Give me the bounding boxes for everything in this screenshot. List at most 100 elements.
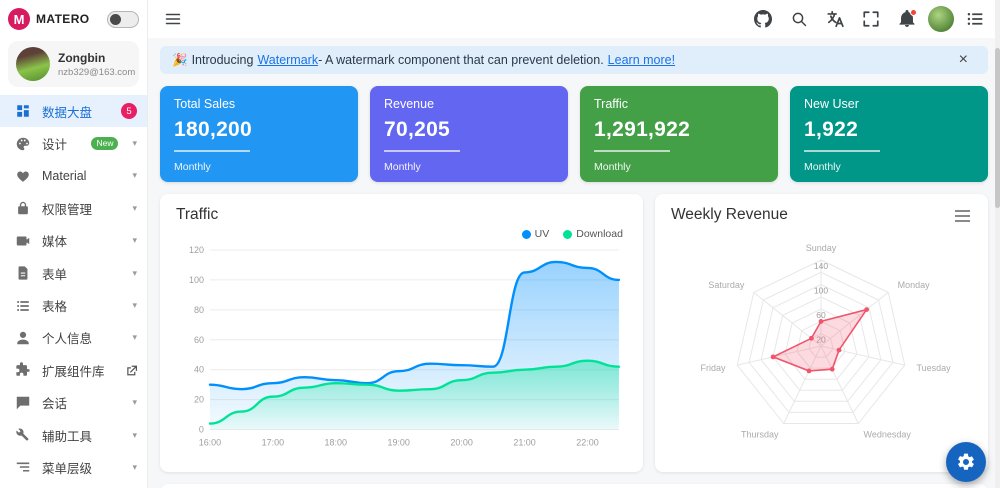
stat-title: Total Sales <box>174 97 236 111</box>
stat-divider <box>594 150 670 152</box>
search-icon[interactable] <box>784 4 814 34</box>
chevron-down-icon: ▾ <box>132 332 137 343</box>
media-icon <box>14 232 32 250</box>
banner-description: - A watermark component that can prevent… <box>318 53 604 67</box>
fullscreen-icon[interactable] <box>856 4 886 34</box>
chevron-down-icon: ▾ <box>132 461 137 472</box>
header-avatar[interactable] <box>928 6 954 32</box>
palette-icon <box>14 135 32 153</box>
svg-text:120: 120 <box>189 245 204 255</box>
new-badge: New <box>91 137 119 150</box>
sidebar-item-permissions[interactable]: 权限管理 ▾ <box>0 192 147 224</box>
page-content: 🎉 Introducing Watermark - A watermark co… <box>148 38 1000 488</box>
banner-text: Introducing <box>191 53 254 67</box>
sidebar-item-label: Material <box>42 168 87 183</box>
sidebar-item-label: 数据大盘 <box>42 105 93 120</box>
announcement-banner: 🎉 Introducing Watermark - A watermark co… <box>160 46 988 74</box>
form-icon <box>14 264 32 282</box>
svg-text:100: 100 <box>189 275 204 285</box>
extension-icon <box>14 361 32 379</box>
svg-text:Monday: Monday <box>898 280 931 290</box>
theme-toggle[interactable] <box>107 10 139 28</box>
sidebar-item-design[interactable]: 设计 New ▾ <box>0 127 147 159</box>
sidebar-item-tables[interactable]: 表格 ▾ <box>0 289 147 321</box>
sidebar-item-material[interactable]: Material ▾ <box>0 160 147 192</box>
lock-icon <box>14 199 32 217</box>
sidebar-nav: 数据大盘 5 设计 New ▾ Material ▾ 权限管理 ▾ 媒体 ▾ 表… <box>0 95 147 488</box>
settings-fab-button[interactable] <box>946 442 986 482</box>
stat-divider <box>384 150 460 152</box>
stat-divider <box>804 150 880 152</box>
stat-period: Monthly <box>804 161 841 173</box>
close-icon[interactable]: × <box>955 50 972 70</box>
sidebar-item-label: 扩展组件库 <box>42 364 105 379</box>
sidebar-item-extensions[interactable]: 扩展组件库 <box>0 354 147 386</box>
stat-card-traffic: Traffic 1,291,922 Monthly <box>580 86 778 182</box>
notifications-bell-icon[interactable] <box>892 4 922 34</box>
user-avatar <box>16 47 50 81</box>
chart-legend: UV Download <box>176 228 623 240</box>
svg-text:20: 20 <box>194 395 204 405</box>
watermark-link[interactable]: Watermark <box>257 53 318 67</box>
legend-dot-download <box>563 229 573 239</box>
chevron-down-icon: ▾ <box>132 429 137 440</box>
stat-value: 1,291,922 <box>594 118 691 141</box>
svg-text:Thursday: Thursday <box>741 429 779 439</box>
sidebar: M MATERO Zongbin nzb329@163.com 数据大盘 5 设… <box>0 0 148 488</box>
svg-text:21:00: 21:00 <box>513 438 535 448</box>
stat-card-revenue: Revenue 70,205 Monthly <box>370 86 568 182</box>
svg-text:Sunday: Sunday <box>806 243 837 253</box>
stat-card-total-sales: Total Sales 180,200 Monthly <box>160 86 358 182</box>
svg-text:Tuesday: Tuesday <box>917 363 952 373</box>
legend-label: Download <box>576 228 623 240</box>
sidebar-item-media[interactable]: 媒体 ▾ <box>0 225 147 257</box>
scrollbar-thumb[interactable] <box>995 48 1000 208</box>
person-icon <box>14 329 32 347</box>
stat-title: New User <box>804 97 859 111</box>
legend-item-download[interactable]: Download <box>563 228 623 240</box>
learn-more-link[interactable]: Learn more! <box>608 53 675 67</box>
party-emoji: 🎉 <box>172 52 188 67</box>
stat-divider <box>174 150 250 152</box>
svg-text:100: 100 <box>814 286 828 296</box>
github-icon[interactable] <box>748 4 778 34</box>
tools-icon <box>14 426 32 444</box>
svg-text:22:00: 22:00 <box>576 438 598 448</box>
list-icon[interactable] <box>960 4 990 34</box>
sidebar-item-label: 会话 <box>42 397 68 412</box>
gear-icon <box>958 453 974 470</box>
notification-badge <box>910 9 917 16</box>
user-profile[interactable]: Zongbin nzb329@163.com <box>8 41 139 87</box>
svg-text:19:00: 19:00 <box>387 438 409 448</box>
sidebar-item-forms[interactable]: 表单 ▾ <box>0 257 147 289</box>
legend-item-uv[interactable]: UV <box>521 228 549 240</box>
chart-menu-icon[interactable] <box>953 206 972 226</box>
traffic-chart-title: Traffic <box>176 206 219 223</box>
svg-text:60: 60 <box>194 335 204 345</box>
sidebar-item-label: 媒体 <box>42 235 68 250</box>
page-scrollbar <box>995 0 1000 488</box>
sidebar-item-profile[interactable]: 个人信息 ▾ <box>0 322 147 354</box>
sidebar-item-sessions[interactable]: 会话 ▾ <box>0 387 147 419</box>
sidebar-item-label: 菜单层级 <box>42 461 93 476</box>
translate-icon[interactable] <box>820 4 850 34</box>
chat-icon <box>14 394 32 412</box>
app-logo: M <box>8 8 30 30</box>
svg-text:Wednesday: Wednesday <box>864 429 912 439</box>
sidebar-item-label: 表格 <box>42 300 68 315</box>
svg-text:140: 140 <box>814 261 828 271</box>
weekly-revenue-card: Weekly Revenue 20 60 100 140 Sunday Monday Tue… <box>654 194 988 472</box>
sidebar-item-utilities[interactable]: 辅助工具 ▾ <box>0 419 147 451</box>
sidebar-item-menu-levels[interactable]: 菜单层级 ▾ <box>0 451 147 483</box>
chevron-down-icon: ▾ <box>132 267 137 278</box>
hamburger-menu-icon[interactable] <box>158 4 188 34</box>
stat-value: 1,922 <box>804 118 859 141</box>
sidebar-item-label: 个人信息 <box>42 332 93 347</box>
sidebar-item-dashboard[interactable]: 数据大盘 5 <box>0 95 147 128</box>
svg-text:16:00: 16:00 <box>199 438 221 448</box>
stat-period: Monthly <box>174 161 211 173</box>
svg-text:Friday: Friday <box>701 363 727 373</box>
svg-text:17:00: 17:00 <box>262 438 284 448</box>
next-section-card <box>160 484 988 488</box>
stat-value: 70,205 <box>384 118 451 141</box>
